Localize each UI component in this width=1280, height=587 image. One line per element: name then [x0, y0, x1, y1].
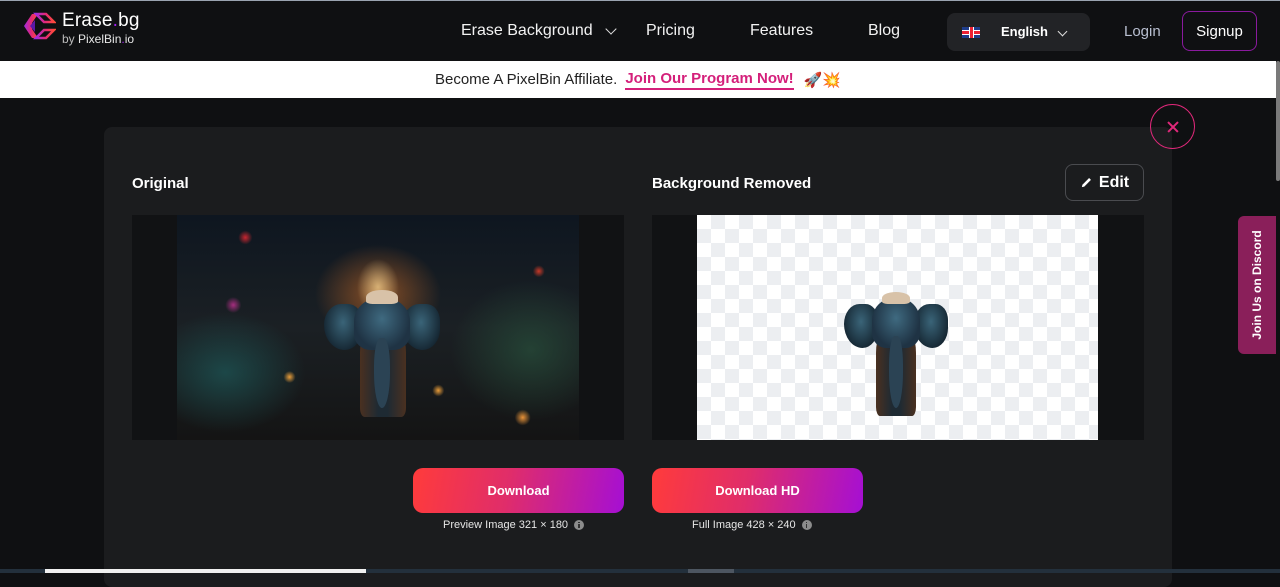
discord-label: Join Us on Discord [1250, 230, 1264, 340]
nav-pricing[interactable]: Pricing [646, 22, 695, 40]
download-hd-button[interactable]: Download HD [652, 468, 863, 513]
affiliate-banner: Become A PixelBin Affiliate. Join Our Pr… [0, 61, 1276, 98]
edit-button[interactable]: Edit [1065, 164, 1144, 201]
logo-subtitle: by PixelBin.io [62, 32, 135, 46]
nav-features[interactable]: Features [750, 22, 813, 40]
preview-size-text: Preview Image 321 × 180 [443, 519, 569, 531]
top-navbar: Erase.bg by PixelBin.io Erase Background… [0, 1, 1280, 61]
join-program-link[interactable]: Join Our Program Now! [625, 70, 794, 90]
info-icon[interactable] [574, 520, 585, 530]
background-removed-title: Background Removed [652, 175, 812, 192]
preview-image-caption: Preview Image 321 × 180 [443, 519, 585, 531]
original-image [177, 215, 579, 440]
scrollbar-thumb[interactable] [45, 569, 366, 573]
erase-bg-logo-icon [24, 12, 56, 40]
info-icon[interactable] [801, 520, 812, 530]
signup-button[interactable]: Signup [1182, 11, 1257, 51]
discord-tab[interactable]: Join Us on Discord [1238, 216, 1276, 354]
chevron-down-icon [1057, 26, 1068, 37]
full-image-caption: Full Image 428 × 240 [692, 519, 812, 531]
language-label: English [1001, 24, 1048, 39]
removed-image-panel [652, 215, 1144, 440]
vertical-scrollbar[interactable] [1276, 61, 1280, 181]
logo[interactable]: Erase.bg by PixelBin.io [22, 11, 140, 45]
elephant-cutout [844, 292, 948, 420]
uk-flag-icon [962, 27, 980, 38]
nav-erase-background-label: Erase Background [461, 22, 593, 39]
download-button[interactable]: Download [413, 468, 624, 513]
chevron-down-icon [604, 22, 617, 35]
horizontal-scrollbar[interactable] [0, 569, 1280, 573]
nav-erase-background[interactable]: Erase Background [461, 22, 617, 40]
elephant-figure [322, 290, 442, 420]
original-title: Original [132, 175, 189, 192]
edit-label: Edit [1098, 173, 1130, 191]
transparent-checkerboard [697, 215, 1098, 440]
affiliate-text: Become A PixelBin Affiliate. [434, 71, 618, 88]
language-selector[interactable]: English [947, 13, 1090, 51]
original-image-panel [132, 215, 624, 440]
full-size-text: Full Image 428 × 240 [692, 519, 796, 531]
login-link[interactable]: Login [1124, 23, 1161, 40]
rocket-sparkle-icon: 🚀💥 [803, 71, 842, 89]
nav-blog[interactable]: Blog [868, 22, 900, 40]
logo-title: Erase.bg [62, 10, 140, 31]
scrollbar-segment [688, 569, 734, 573]
pencil-icon [1081, 178, 1091, 188]
close-icon[interactable] [1150, 104, 1195, 149]
